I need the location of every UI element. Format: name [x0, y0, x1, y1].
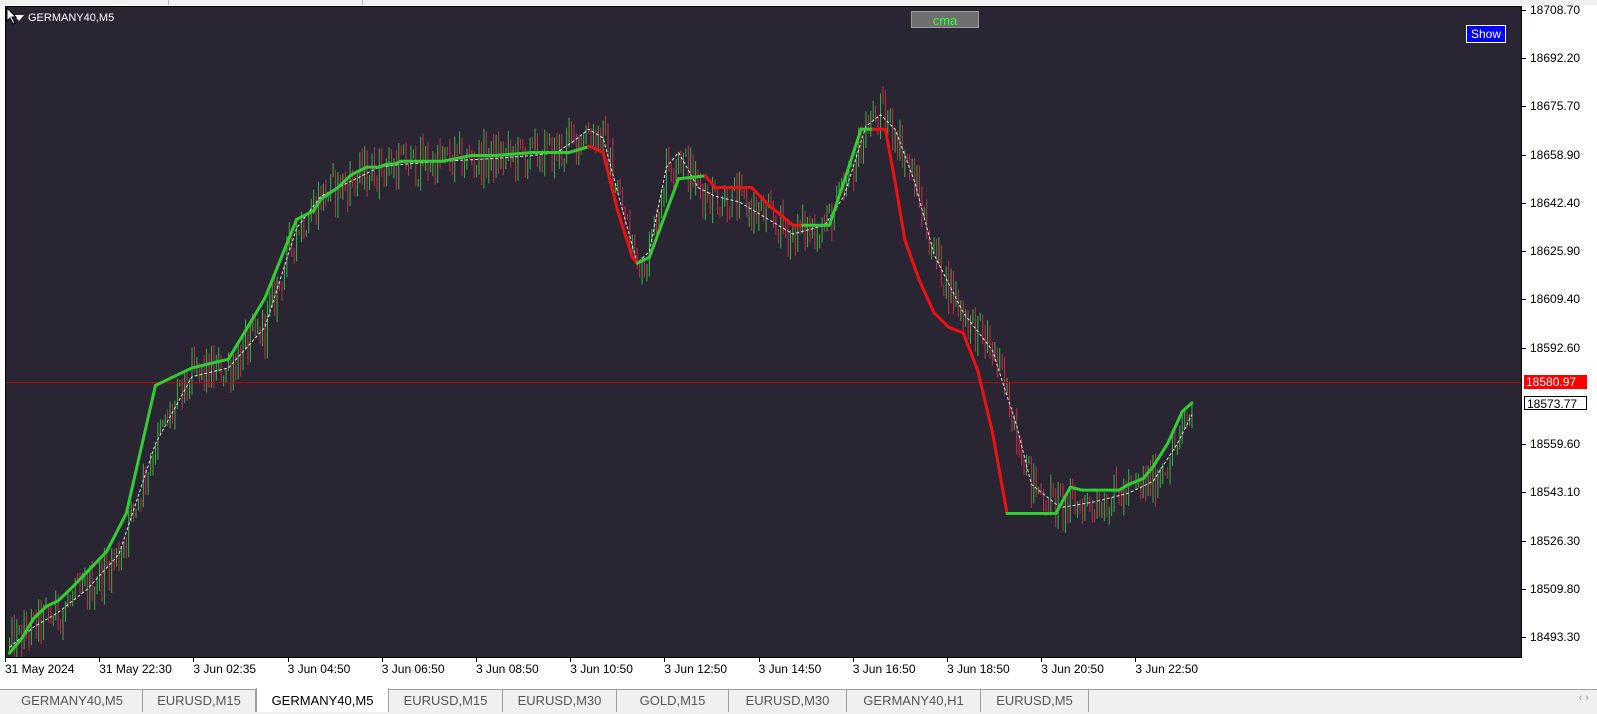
candles-layer	[9, 86, 1193, 657]
cma-line-segment	[903, 238, 921, 283]
price-tick	[1522, 298, 1526, 300]
cma-line-segment	[336, 174, 352, 189]
price-label: 18692.20	[1530, 50, 1581, 65]
cma-line-segment	[703, 174, 717, 189]
time-label: 3 Jun 12:50	[664, 662, 728, 676]
price-tick	[1522, 202, 1526, 204]
price-tick	[1522, 9, 1526, 11]
show-button[interactable]: Show	[1466, 25, 1506, 43]
cma-line-segment	[20, 616, 36, 641]
chart-tab[interactable]: GOLD,M15	[617, 690, 729, 712]
price-label: 18625.90	[1530, 243, 1581, 258]
cma-line-segment	[353, 165, 369, 175]
price-label: 18675.70	[1530, 98, 1581, 113]
cma-line-segment	[589, 145, 605, 155]
time-label: 3 Jun 20:50	[1041, 662, 1104, 676]
secondary-price-badge: 18573.77	[1524, 395, 1587, 411]
time-label: 3 Jun 02:35	[193, 662, 257, 676]
price-label: 18658.90	[1530, 147, 1581, 162]
price-label: 18559.60	[1530, 436, 1581, 451]
time-label: 3 Jun 22:50	[1135, 662, 1199, 676]
price-tick	[1522, 250, 1526, 252]
price-tick	[1522, 57, 1526, 59]
cma-line-segment	[677, 174, 707, 181]
time-label: 31 May 22:30	[99, 662, 172, 676]
price-label: 18609.40	[1530, 291, 1581, 306]
chart-tab[interactable]: EURUSD,M5	[981, 690, 1089, 712]
chart-tab[interactable]: GERMANY40,M5	[256, 688, 389, 712]
chart-tabs-bar: ‹ › GERMANY40,M5 EURUSD,M15 GERMANY40,M5 EU…	[0, 688, 1597, 712]
time-label: 3 Jun 16:50	[852, 662, 916, 676]
price-tick	[1522, 347, 1526, 349]
cma-line-segment	[932, 311, 951, 329]
price-tick	[1522, 588, 1526, 590]
cma-line-segment	[56, 587, 72, 603]
chart-tab[interactable]: EURUSD,M30	[729, 690, 847, 712]
chart-plot-area[interactable]: GERMANY40,M5 cma Show	[5, 6, 1522, 658]
cma-line-segment	[44, 599, 60, 609]
time-label: 3 Jun 08:50	[476, 662, 539, 676]
cma-line-segment	[32, 605, 48, 620]
price-tick	[1522, 540, 1526, 542]
cma-line-segment	[998, 471, 1009, 515]
cma-line-segment	[124, 383, 157, 515]
time-label: 3 Jun 04:50	[287, 662, 351, 676]
current-price-badge: 18580.97	[1524, 374, 1587, 389]
price-chart[interactable]	[6, 7, 1522, 658]
symbol-label[interactable]: GERMANY40,M5	[14, 12, 114, 24]
chart-window[interactable]: GERMANY40,M5 cma Show 18708.70 18692.20 18…	[0, 2, 1597, 689]
price-tick	[1522, 443, 1526, 445]
time-label: 3 Jun 10:50	[570, 662, 633, 676]
price-label: 18509.80	[1530, 581, 1581, 596]
chart-tab[interactable]: EURUSD,M15	[143, 690, 256, 712]
price-tick	[1522, 636, 1526, 638]
cma-button[interactable]: cma	[911, 11, 979, 28]
time-axis[interactable]: 31 May 2024 31 May 22:30 3 Jun 02:35 3 Jun …	[0, 658, 1522, 680]
price-tick	[1522, 154, 1526, 156]
time-label: 3 Jun 18:50	[947, 662, 1010, 676]
time-label: 3 Jun 14:50	[758, 662, 822, 676]
price-label: 18708.70	[1530, 2, 1581, 17]
cma-line-segment	[893, 180, 907, 242]
chart-tab[interactable]: EURUSD,M15	[389, 690, 503, 712]
time-label: 31 May 2024	[5, 662, 75, 676]
price-axis[interactable]: 18708.70 18692.20 18675.70 18658.90 18642.40…	[1522, 2, 1597, 658]
chart-tab[interactable]: GERMANY40,H1	[847, 690, 981, 712]
price-tick	[1522, 105, 1526, 107]
cma-line-segment	[190, 357, 230, 370]
cma-line-segment	[947, 325, 965, 335]
chart-tab[interactable]: EURUSD,M30	[503, 690, 617, 712]
cma-line-segment	[976, 369, 994, 434]
price-label: 18493.30	[1530, 629, 1581, 644]
cma-line-segment	[635, 255, 651, 265]
cma-line-segment	[883, 127, 897, 184]
cma-line-segment	[917, 279, 936, 315]
chart-tab[interactable]: GERMANY40,M5	[2, 690, 143, 712]
price-label: 18543.10	[1530, 484, 1581, 499]
cma-line-segment	[1180, 401, 1194, 414]
tab-scroll-arrows-icon[interactable]: ‹ ›	[1579, 692, 1589, 704]
cma-line-segment	[494, 151, 535, 157]
price-label: 18526.30	[1530, 533, 1581, 548]
price-label: 18592.60	[1530, 340, 1581, 355]
price-tick	[1522, 491, 1526, 493]
cma-line-segment	[1068, 485, 1084, 492]
cma-line-segment	[226, 296, 267, 361]
time-label: 3 Jun 06:50	[381, 662, 445, 676]
price-label: 18642.40	[1530, 195, 1581, 210]
symbol-text: GERMANY40,M5	[28, 12, 115, 24]
mouse-cursor-icon	[6, 7, 18, 25]
cma-line-segment	[263, 217, 299, 300]
cma-line-segment	[990, 430, 1002, 475]
